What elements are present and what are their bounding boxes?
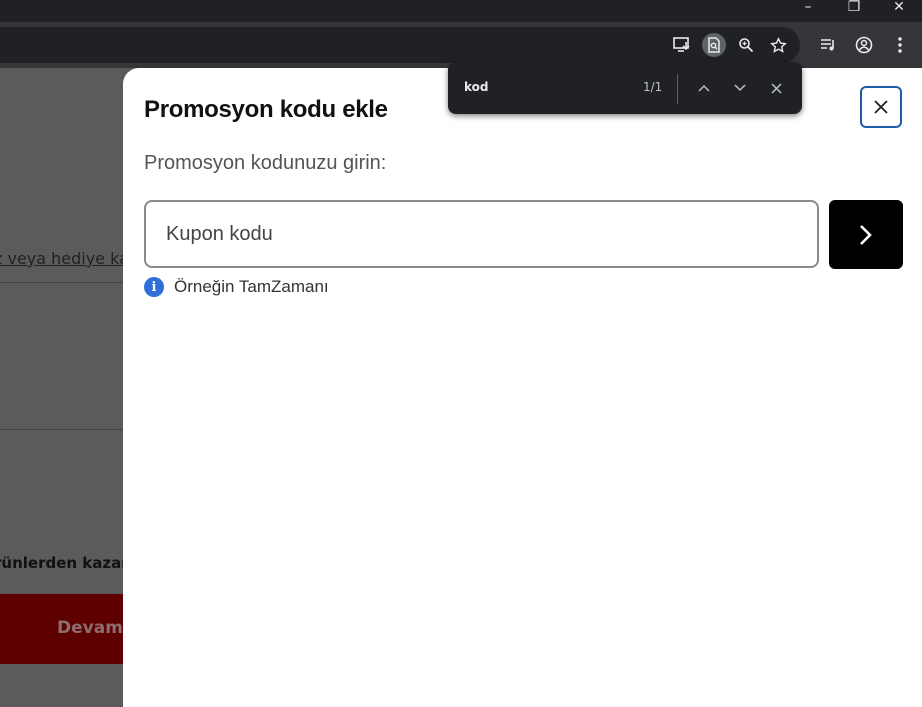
coupon-hint: i Örneğin TamZamanı [144, 277, 329, 297]
divider [0, 282, 123, 283]
coupon-code-input[interactable] [144, 200, 819, 268]
find-bar: kod 1/1 [448, 62, 802, 114]
background-link: z veya hediye kar [0, 249, 123, 268]
find-match-count: 1/1 [643, 80, 663, 94]
chevron-up-icon [698, 84, 710, 92]
info-icon: i [144, 277, 164, 297]
find-previous-button[interactable] [693, 77, 715, 99]
profile-icon[interactable] [852, 33, 876, 57]
background-button-label: Devam [57, 618, 123, 638]
minimize-button[interactable]: – [785, 0, 831, 22]
zoom-icon[interactable] [734, 33, 758, 57]
minimize-icon: – [804, 0, 812, 15]
close-icon [874, 100, 888, 114]
find-close-button[interactable] [765, 77, 787, 99]
find-next-button[interactable] [729, 77, 751, 99]
promo-code-modal: Promosyon kodu ekle Promosyon kodunuzu g… [123, 68, 922, 707]
background-promo-text: rünlerden kazan [0, 554, 123, 572]
find-in-page-icon[interactable] [702, 33, 726, 57]
menu-icon[interactable] [888, 33, 912, 57]
chevron-right-icon [860, 224, 872, 245]
find-divider [677, 74, 678, 104]
background-page: z veya hediye kar rünlerden kazan Devam [0, 68, 123, 707]
bookmark-star-icon[interactable] [766, 33, 790, 57]
apply-coupon-button[interactable] [829, 200, 903, 269]
close-icon: ✕ [893, 0, 905, 15]
promo-prompt: Promosyon kodunuzu girin: [144, 152, 387, 174]
divider [0, 429, 123, 430]
chevron-down-icon [734, 84, 746, 92]
install-app-icon[interactable] [670, 33, 694, 57]
title-bar: – ❐ ✕ [0, 0, 922, 22]
restore-icon: ❐ [847, 0, 861, 15]
media-controls-icon[interactable] [816, 33, 840, 57]
hint-text: Örneğin TamZamanı [174, 277, 329, 296]
background-continue-button: Devam [0, 594, 123, 664]
modal-title: Promosyon kodu ekle [144, 96, 388, 123]
close-window-button[interactable]: ✕ [876, 0, 922, 22]
close-icon [770, 82, 782, 94]
find-query-input[interactable]: kod [464, 80, 489, 94]
restore-button[interactable]: ❐ [831, 0, 877, 22]
modal-close-button[interactable] [860, 86, 902, 128]
